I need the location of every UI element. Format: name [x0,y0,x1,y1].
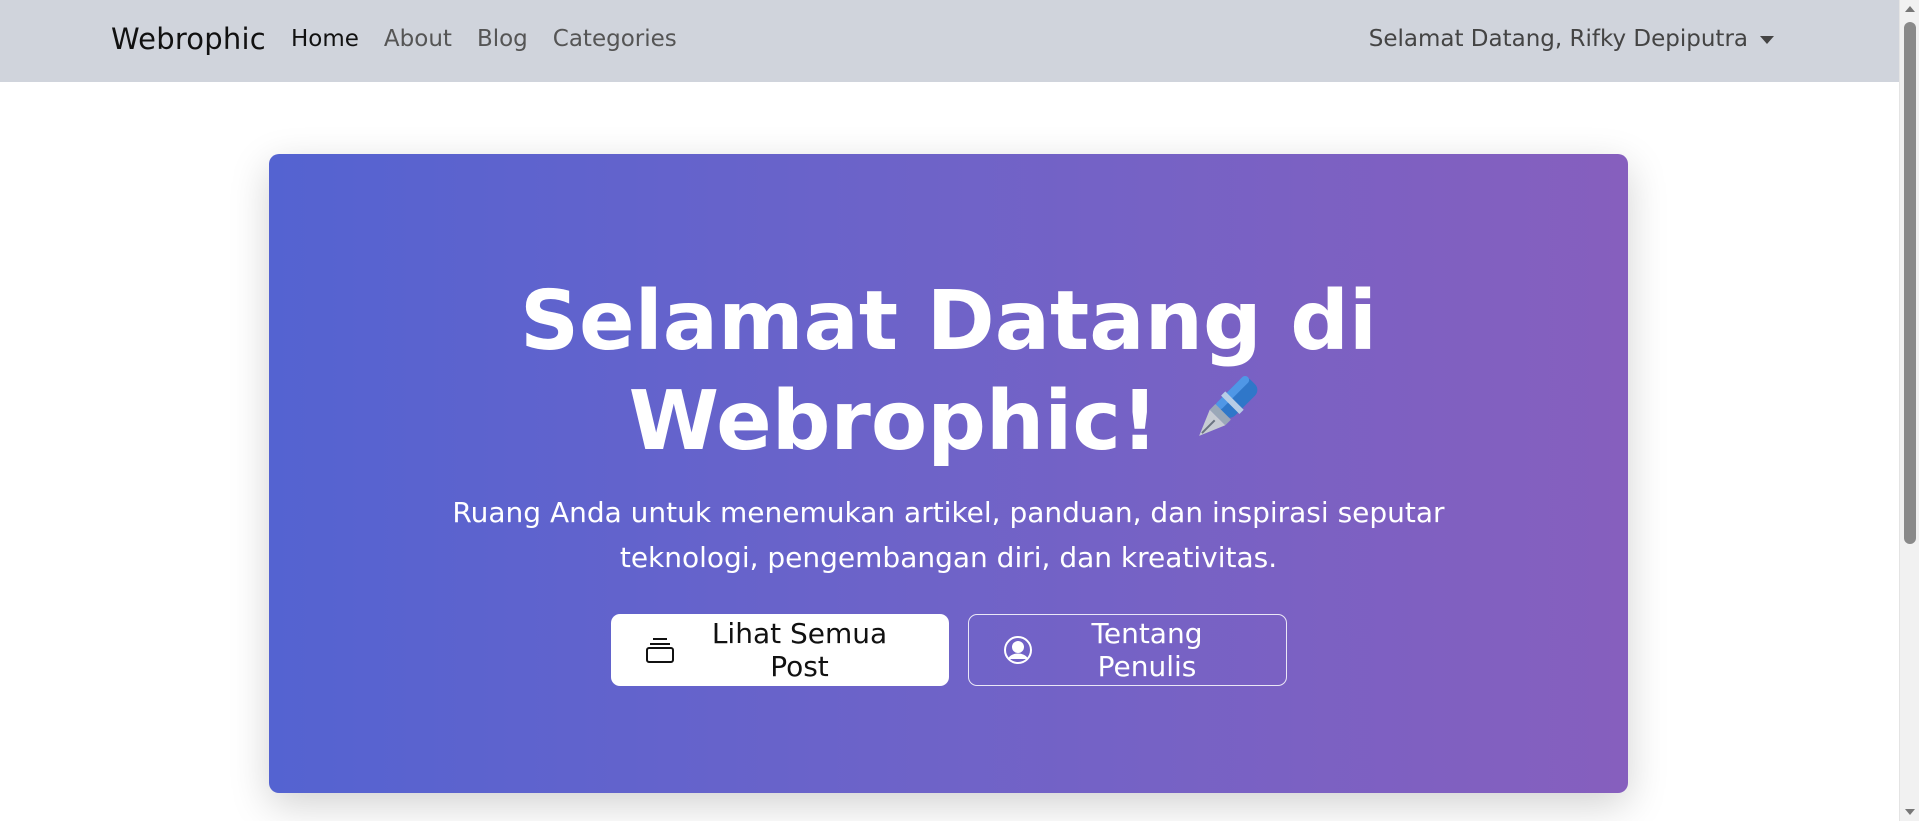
hero-title-line1: Selamat Datang di [520,274,1377,369]
nav-link-categories[interactable]: Categories [553,26,677,52]
hero-title: Selamat Datang di Webrophic! [499,272,1399,474]
user-dropdown[interactable]: Selamat Datang, Rifky Depiputra [1369,26,1774,52]
about-author-label: Tentang Penulis [1091,617,1203,683]
view-all-posts-label: Lihat Semua Post [711,617,888,683]
scroll-down-icon[interactable] [1905,809,1915,815]
hero-banner: Selamat Datang di Webrophic! Ruang Anda … [269,154,1628,793]
scroll-thumb[interactable] [1904,22,1916,544]
nav-link-about[interactable]: About [384,26,452,52]
hero-title-line2: Webrophic! [628,374,1159,469]
about-author-button[interactable]: Tentang Penulis [967,614,1287,686]
user-circle-icon [1003,635,1033,665]
page-scrollbar[interactable] [1899,0,1919,821]
nav-link-home[interactable]: Home [291,26,359,52]
caret-down-icon [1760,36,1774,44]
collection-icon [645,636,675,664]
user-greeting: Selamat Datang, Rifky Depiputra [1368,26,1748,52]
view-all-posts-button[interactable]: Lihat Semua Post [610,614,949,686]
hero-subtitle: Ruang Anda untuk menemukan artikel, pand… [452,496,1445,574]
fountain-pen-icon [1184,367,1268,474]
hero-actions: Lihat Semua Post Tentang Penulis [269,614,1628,686]
scroll-up-icon[interactable] [1905,6,1915,12]
navbar: Webrophic Home About Blog Categories Sel… [0,0,1899,82]
nav-links: Home About Blog Categories [291,26,677,52]
nav-link-blog[interactable]: Blog [477,26,528,52]
brand-logo[interactable]: Webrophic [111,22,266,56]
